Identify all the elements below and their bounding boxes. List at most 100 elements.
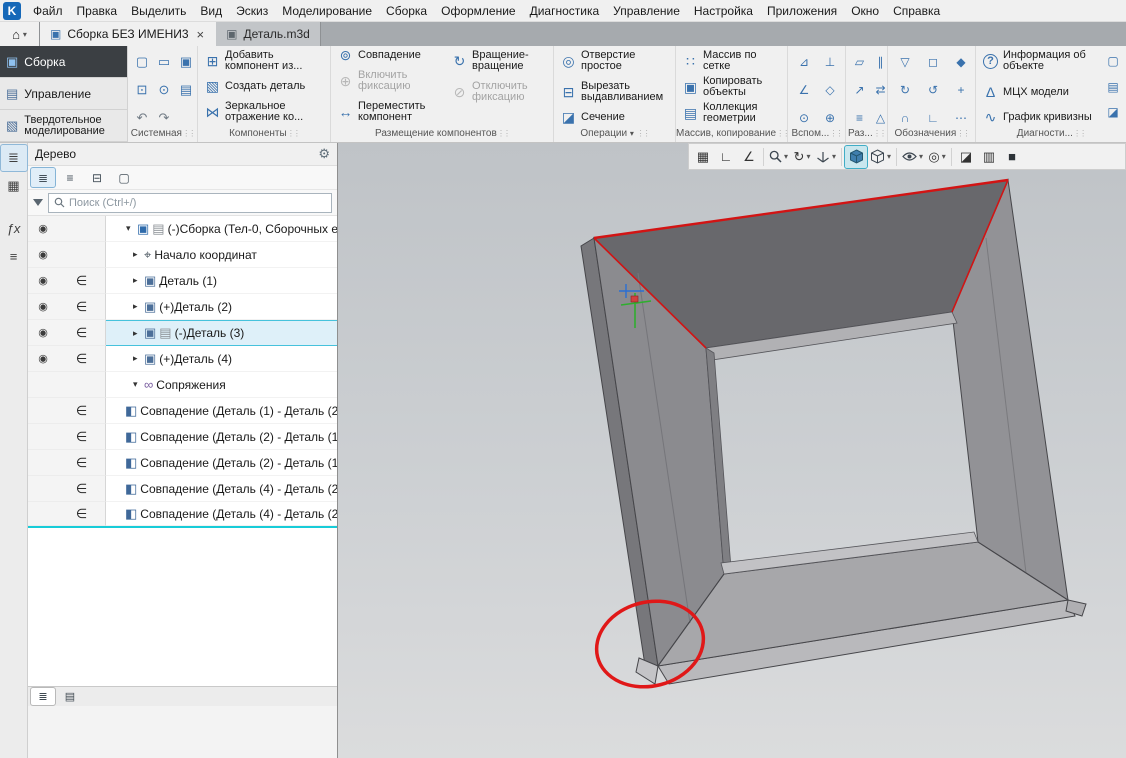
copy-objects-button[interactable]: ▣ Копировать объекты bbox=[680, 75, 783, 99]
tree-row-body[interactable]: Совпадение (Деталь (2) - Деталь (1 bbox=[106, 424, 337, 450]
annotation-tool-icon[interactable]: ↺ bbox=[924, 80, 942, 100]
orbit-rotate-icon[interactable]: ↻ bbox=[791, 146, 813, 168]
curvature-graph-button[interactable]: ∿ График кривизны bbox=[980, 110, 1102, 124]
search-box[interactable] bbox=[48, 192, 332, 213]
tree-row-body[interactable]: Совпадение (Деталь (2) - Деталь (1 bbox=[106, 450, 337, 476]
tree-row-body[interactable]: (-)Сборка (Тел-0, Сборочных едини bbox=[106, 216, 337, 242]
membership-icon[interactable] bbox=[58, 299, 105, 315]
open-document-icon[interactable]: ▭ bbox=[155, 52, 174, 72]
diagnostics-extra-icon[interactable]: ▢ bbox=[1104, 51, 1122, 71]
home-button[interactable]: ⌂ ▾ bbox=[0, 22, 40, 46]
create-part-button[interactable]: ▧ Создать деталь bbox=[202, 79, 326, 93]
geometry-collection-button[interactable]: ▤ Коллекция геометрии bbox=[680, 101, 783, 125]
annotation-tool-icon[interactable]: + bbox=[952, 80, 970, 100]
menu-item[interactable]: Окно bbox=[844, 1, 886, 21]
menu-item[interactable]: Эскиз bbox=[229, 1, 275, 21]
triad-axes-icon[interactable] bbox=[814, 146, 838, 168]
close-tab-icon[interactable]: × bbox=[195, 27, 207, 42]
aux-tool-icon[interactable]: ⊙ bbox=[795, 108, 813, 127]
operations-dropdown-icon[interactable]: ▾ bbox=[630, 129, 634, 138]
expand-arrow-icon[interactable] bbox=[133, 301, 144, 312]
menu-item[interactable]: Сборка bbox=[379, 1, 434, 21]
normal-view-icon[interactable]: ∟ bbox=[715, 146, 737, 168]
tree-row[interactable]: Начало координат bbox=[28, 242, 337, 268]
section-button[interactable]: ◪ Сечение bbox=[558, 110, 671, 124]
mode-solid-modeling[interactable]: ▧ Твердотельное моделирование bbox=[0, 110, 127, 142]
tree-row-body[interactable]: Совпадение (Деталь (4) - Деталь (2 bbox=[106, 502, 337, 526]
tree-structure-view-button[interactable]: ≣ bbox=[30, 167, 56, 188]
tree-row[interactable]: Совпадение (Деталь (4) - Деталь (2 bbox=[28, 502, 337, 528]
menu-item[interactable]: Моделирование bbox=[275, 1, 379, 21]
viewport-3d[interactable]: ▦ ∟ ∠ ↻ bbox=[338, 143, 1126, 758]
model-3d[interactable] bbox=[338, 143, 1126, 758]
tab-assembly[interactable]: ▣ Сборка БЕЗ ИМЕНИ3 × bbox=[40, 22, 217, 46]
mass-properties-button[interactable]: Δ МЦХ модели bbox=[980, 85, 1102, 99]
expand-arrow-icon[interactable] bbox=[126, 223, 137, 234]
zoom-icon[interactable] bbox=[767, 146, 790, 168]
visibility-eye-icon[interactable] bbox=[28, 248, 58, 261]
membership-icon[interactable] bbox=[58, 351, 105, 367]
bottom-tab-tree[interactable]: ≣ bbox=[30, 687, 56, 706]
orientation-cube-button[interactable] bbox=[844, 144, 869, 169]
coincide-button[interactable]: ⊚ Совпадение bbox=[335, 48, 447, 62]
mirror-component-button[interactable]: ⋈ Зеркальное отражение ко... bbox=[202, 100, 326, 124]
search-input[interactable] bbox=[69, 196, 326, 209]
dimension-tool-icon[interactable]: ≡ bbox=[851, 108, 869, 127]
tree-row-body[interactable]: Совпадение (Деталь (4) - Деталь (2 bbox=[106, 476, 337, 502]
mode-assembly[interactable]: ▣ Сборка bbox=[0, 46, 127, 78]
tree-list-view-button[interactable]: ≡ bbox=[58, 168, 82, 187]
undo-icon[interactable]: ↶ bbox=[133, 108, 152, 127]
expand-arrow-icon[interactable] bbox=[133, 353, 144, 364]
extra-tool-icon[interactable]: ■ bbox=[1001, 146, 1023, 168]
tree-selection-button[interactable]: ▢ bbox=[112, 168, 136, 187]
add-component-button[interactable]: ⊞ Добавить компонент из... bbox=[202, 49, 326, 73]
mode-management[interactable]: ▤ Управление bbox=[0, 78, 127, 110]
aux-tool-icon[interactable]: ⊿ bbox=[795, 52, 813, 72]
tree-row[interactable]: Совпадение (Деталь (1) - Деталь (2 bbox=[28, 398, 337, 424]
save-icon[interactable]: ▣ bbox=[177, 52, 196, 72]
tree-row[interactable]: (-)Сборка (Тел-0, Сборочных едини bbox=[28, 216, 337, 242]
tree-row-body[interactable]: Совпадение (Деталь (1) - Деталь (2 bbox=[106, 398, 337, 424]
display-mode-icon[interactable] bbox=[868, 146, 893, 168]
expand-arrow-icon[interactable] bbox=[133, 328, 144, 339]
tree-row-body[interactable]: (+)Деталь (4) bbox=[106, 346, 337, 372]
rotation-rotation-button[interactable]: ↻ Вращение-вращение bbox=[449, 49, 549, 73]
visibility-eye-icon[interactable] bbox=[28, 300, 58, 313]
tree-row-body[interactable]: Начало координат bbox=[106, 242, 337, 268]
annotation-tool-icon[interactable]: ∟ bbox=[924, 108, 942, 127]
menu-item[interactable]: Правка bbox=[70, 1, 125, 21]
menu-item[interactable]: Приложения bbox=[760, 1, 844, 21]
expand-arrow-icon[interactable] bbox=[133, 249, 144, 260]
expand-arrow-icon[interactable] bbox=[133, 379, 144, 390]
dimension-tool-icon[interactable]: ⇄ bbox=[872, 80, 888, 100]
visibility-eye-icon[interactable] bbox=[28, 326, 58, 339]
annotation-tool-icon[interactable]: ∩ bbox=[896, 108, 914, 127]
aux-tool-icon[interactable]: ∠ bbox=[795, 80, 813, 100]
menu-item[interactable]: Оформление bbox=[434, 1, 522, 21]
annotation-tool-icon[interactable]: ↻ bbox=[896, 80, 914, 100]
dimension-tool-icon[interactable]: ∥ bbox=[872, 52, 888, 72]
annotation-tool-icon[interactable]: ⋯ bbox=[952, 108, 970, 127]
filter-funnel-icon[interactable] bbox=[33, 199, 43, 206]
tree-row[interactable]: Совпадение (Деталь (2) - Деталь (1 bbox=[28, 450, 337, 476]
tree-row-body[interactable]: (+)Деталь (2) bbox=[106, 294, 337, 320]
sheet-icon[interactable]: ▤ bbox=[177, 80, 196, 100]
snap-grid-icon[interactable]: ▦ bbox=[692, 146, 714, 168]
membership-icon[interactable] bbox=[58, 506, 105, 522]
plane-angle-icon[interactable]: ∠ bbox=[738, 146, 760, 168]
panels-menu-button[interactable]: ≡ bbox=[1, 243, 27, 269]
disable-fixation-button[interactable]: ⊘ Отключить фиксацию bbox=[449, 80, 549, 104]
hide-objects-icon[interactable] bbox=[900, 146, 925, 168]
aux-tool-icon[interactable]: ⊥ bbox=[821, 52, 839, 72]
section-view-icon[interactable]: ◪ bbox=[955, 146, 977, 168]
annotation-tool-icon[interactable]: ▽ bbox=[896, 52, 914, 72]
grid-array-button[interactable]: ∷ Массив по сетке bbox=[680, 49, 783, 73]
tree-panel-toggle[interactable]: ≣ bbox=[0, 144, 28, 172]
menu-item[interactable]: Настройка bbox=[687, 1, 760, 21]
aux-tool-icon[interactable]: ◇ bbox=[821, 80, 839, 100]
diagnostics-extra-icon[interactable]: ▤ bbox=[1104, 77, 1122, 97]
cut-extrude-button[interactable]: ⊟ Вырезать выдавливанием bbox=[558, 80, 671, 104]
visibility-eye-icon[interactable] bbox=[28, 274, 58, 287]
new-document-icon[interactable]: ▢ bbox=[133, 52, 152, 72]
tree-row[interactable]: Сопряжения bbox=[28, 372, 337, 398]
